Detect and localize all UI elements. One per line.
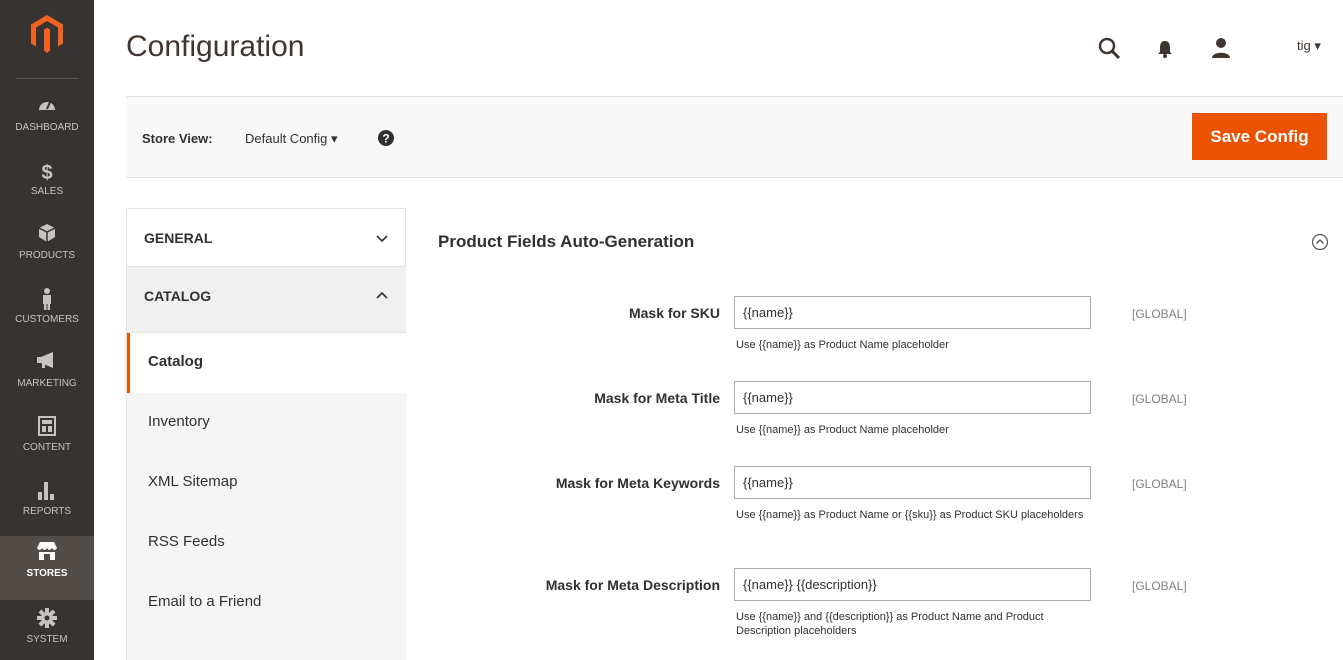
chevron-down-icon [376, 235, 388, 243]
mask-meta-description-label: Mask for Meta Description [545, 577, 720, 593]
nav-item-customers[interactable]: CUSTOMERS [0, 282, 94, 346]
nav-item-stores[interactable]: STORES [0, 536, 94, 600]
nav-label-dashboard: DASHBOARD [15, 122, 79, 133]
tab-item-label: Email to a Friend [148, 593, 262, 610]
page-title: Configuration [126, 30, 305, 63]
mask-sku-note: Use {{name}} as Product Name placeholder [736, 339, 949, 351]
store-view-bar: Store View: Default Config ▾ ? Save Conf… [126, 96, 1343, 178]
store-icon [0, 542, 94, 568]
nav-item-reports[interactable]: REPORTS [0, 474, 94, 538]
search-icon[interactable] [1097, 36, 1121, 60]
store-view-label: Store View: [142, 131, 213, 146]
mask-meta-description-note: Use {{name}} and {{description}} as Prod… [736, 611, 1044, 637]
nav-label-content: CONTENT [22, 442, 72, 453]
nav-item-content[interactable]: CONTENT [0, 410, 94, 474]
tab-general[interactable]: GENERAL [127, 209, 406, 267]
bar-chart-icon [0, 480, 94, 506]
tab-item-email-to-a-friend[interactable]: Email to a Friend [127, 573, 406, 660]
tab-item-xml-sitemap[interactable]: XML Sitemap [127, 453, 406, 513]
person-icon [0, 288, 94, 314]
nav-label-products: PRODUCTS [18, 250, 76, 261]
user-icon[interactable] [1209, 36, 1233, 60]
tab-item-rss-feeds[interactable]: RSS Feeds [127, 513, 406, 573]
mask-meta-title-label: Mask for Meta Title [594, 390, 720, 406]
mask-sku-scope: [GLOBAL] [1132, 307, 1187, 321]
tab-item-catalog[interactable]: Catalog [127, 333, 406, 393]
nav-label-marketing: MARKETING [17, 378, 77, 389]
chevron-up-icon [376, 291, 388, 299]
tab-item-label: Inventory [148, 413, 210, 430]
tab-catalog[interactable]: CATALOG [127, 267, 406, 333]
nav-item-marketing[interactable]: MARKETING [0, 346, 94, 410]
cube-icon [0, 224, 94, 250]
mask-meta-description-scope: [GLOBAL] [1132, 579, 1187, 593]
bell-icon[interactable] [1153, 36, 1177, 60]
config-tabs: GENERAL CATALOG Catalog Inventory XML Si… [126, 208, 406, 660]
nav-item-sales[interactable]: $ SALES [0, 154, 94, 218]
section-title[interactable]: Product Fields Auto-Generation [438, 232, 694, 252]
megaphone-icon [0, 352, 94, 378]
collapse-section-icon[interactable] [1311, 233, 1329, 251]
mask-meta-title-note: Use {{name}} as Product Name placeholder [736, 424, 949, 436]
mask-meta-keywords-scope: [GLOBAL] [1132, 477, 1187, 491]
mask-meta-keywords-label: Mask for Meta Keywords [555, 475, 720, 491]
store-view-switcher[interactable]: Default Config ▾ [245, 131, 338, 147]
nav-item-dashboard[interactable]: DASHBOARD [0, 90, 94, 154]
mask-sku-input[interactable] [734, 296, 1091, 329]
save-config-button[interactable]: Save Config [1192, 113, 1327, 160]
nav-label-sales: SALES [30, 186, 64, 197]
nav-divider [16, 78, 78, 79]
svg-text:$: $ [41, 162, 52, 182]
layout-icon [0, 416, 94, 442]
magento-logo-icon [31, 15, 63, 53]
dashboard-icon [0, 96, 94, 122]
help-icon[interactable]: ? [378, 130, 394, 146]
nav-label-system: SYSTEM [26, 634, 68, 645]
mask-sku-label: Mask for SKU [628, 305, 720, 321]
user-menu[interactable]: tig ▾ [1297, 38, 1321, 54]
nav-label-stores: STORES [26, 568, 68, 579]
tab-item-label: Catalog [148, 353, 204, 370]
admin-sidebar: DASHBOARD $ SALES PRODUCTS CUSTOMERS MAR… [0, 0, 94, 660]
mask-meta-keywords-input[interactable] [734, 466, 1091, 499]
tab-item-inventory[interactable]: Inventory [127, 393, 406, 453]
tab-general-label: GENERAL [144, 230, 213, 246]
tab-item-label: RSS Feeds [148, 533, 225, 550]
mask-meta-title-input[interactable] [734, 381, 1091, 414]
gear-icon [0, 608, 94, 634]
nav-item-system[interactable]: SYSTEM [0, 602, 94, 660]
svg-text:?: ? [382, 132, 389, 146]
tab-catalog-label: CATALOG [144, 288, 212, 304]
tab-item-label: XML Sitemap [148, 473, 238, 490]
dollar-icon: $ [0, 160, 94, 186]
nav-label-customers: CUSTOMERS [15, 314, 79, 325]
nav-label-reports: REPORTS [22, 506, 72, 517]
nav-item-products[interactable]: PRODUCTS [0, 218, 94, 282]
mask-meta-description-input[interactable] [734, 568, 1091, 601]
mask-meta-title-scope: [GLOBAL] [1132, 392, 1187, 406]
mask-meta-keywords-note: Use {{name}} as Product Name or {{sku}} … [736, 509, 1084, 521]
